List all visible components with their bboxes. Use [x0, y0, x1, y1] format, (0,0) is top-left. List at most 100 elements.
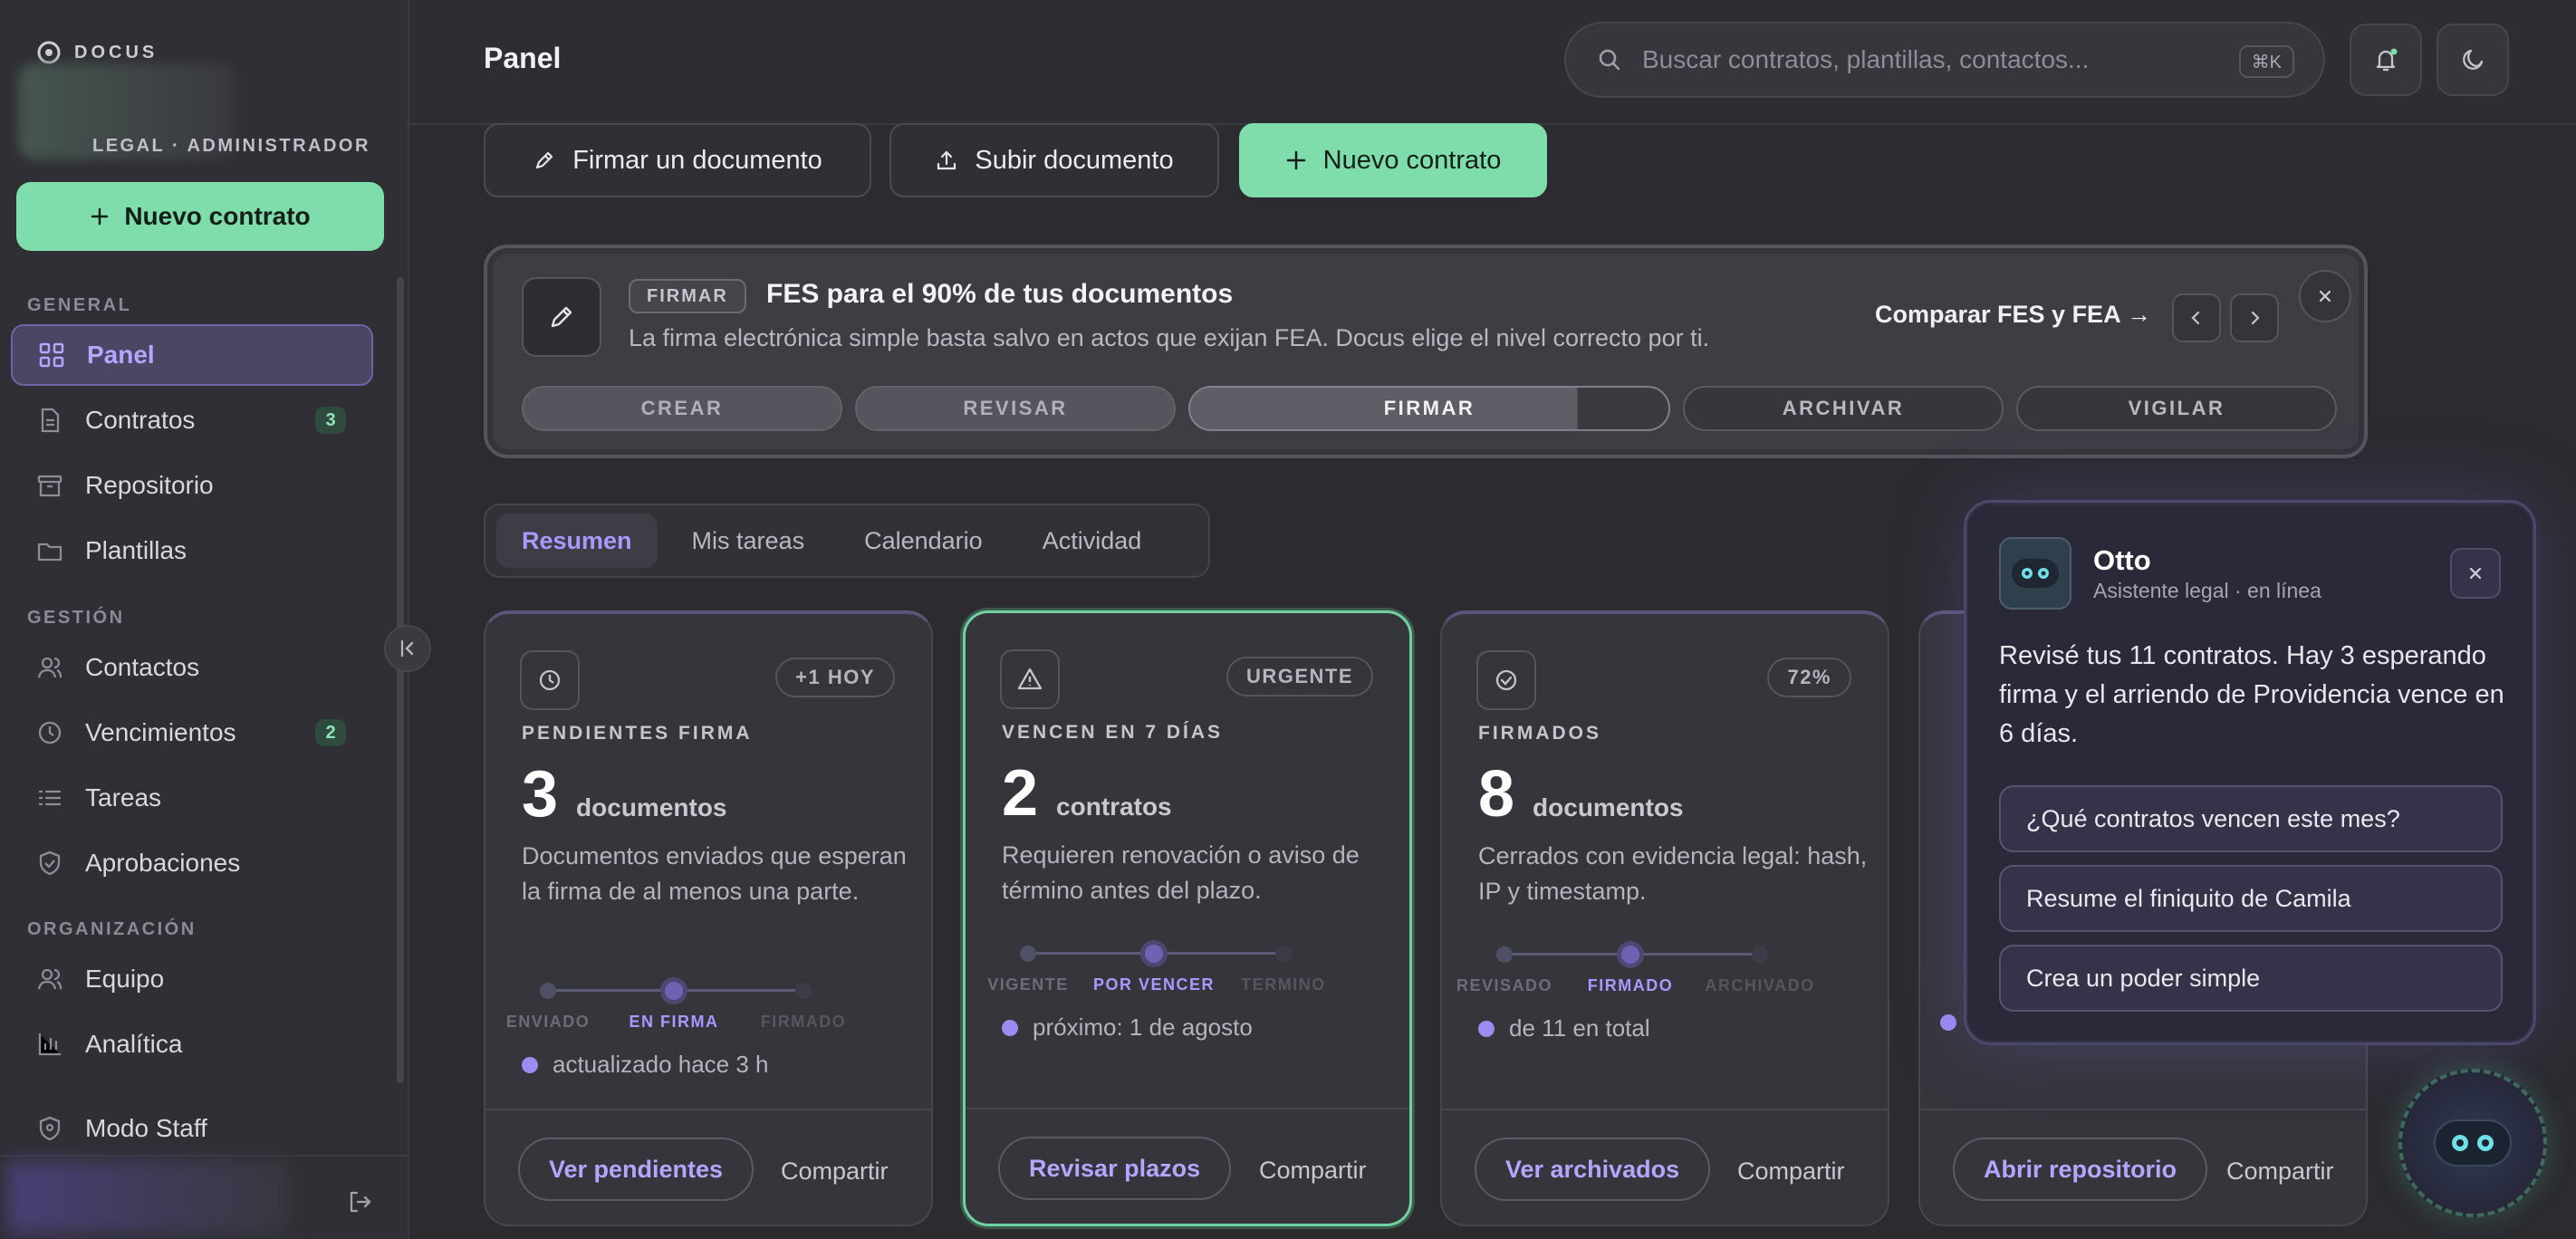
ver-pendientes-button[interactable]: Ver pendientes — [518, 1138, 755, 1201]
card-meta: de 11 en total — [1478, 1014, 1650, 1042]
close-icon — [2469, 567, 2482, 580]
suggestion-button[interactable]: ¿Qué contratos vencen este mes? — [1999, 785, 2503, 852]
sidebar-item-label: Repositorio — [85, 471, 214, 499]
tab-resumen[interactable]: Resumen — [496, 514, 658, 568]
sidebar-item-contactos[interactable]: Contactos — [11, 637, 373, 698]
list-icon — [38, 790, 62, 806]
notifications-button[interactable] — [2350, 24, 2422, 96]
sidebar-item-vencimientos[interactable]: Vencimientos 2 — [11, 702, 373, 764]
banner-prev-button[interactable] — [2172, 293, 2221, 342]
timeline-dot — [1275, 946, 1292, 962]
step-vigilar[interactable]: VIGILAR — [2016, 386, 2337, 431]
archive-icon — [37, 475, 62, 497]
timeline-dot-current — [660, 977, 687, 1004]
card-meta-text: de 11 en total — [1509, 1014, 1650, 1042]
sidebar-item-analitica[interactable]: Analítica — [11, 1013, 373, 1075]
card-firmados: 72% FIRMADOS 8 documentos Cerrados con ev… — [1440, 610, 1889, 1226]
card-description: Documentos enviados que esperan la firma… — [522, 842, 907, 905]
theme-toggle-button[interactable] — [2437, 24, 2509, 96]
card-badge: 72% — [1767, 658, 1851, 697]
ver-archivados-button[interactable]: Ver archivados — [1475, 1138, 1711, 1201]
sidebar-item-tareas[interactable]: Tareas — [11, 767, 373, 829]
document-icon — [41, 408, 60, 433]
assistant-close-button[interactable] — [2450, 548, 2501, 599]
sidebar-scrollbar[interactable] — [397, 277, 404, 1083]
banner-title: FES para el 90% de tus documentos — [766, 279, 1234, 309]
section-general: GENERAL — [27, 295, 132, 315]
timeline-label: REVISADO — [1456, 976, 1553, 994]
warning-icon — [1000, 649, 1060, 709]
vencimientos-count-badge: 2 — [315, 719, 346, 746]
tab-actividad[interactable]: Actividad — [1017, 514, 1168, 568]
assistant-launcher-button[interactable] — [2398, 1069, 2547, 1217]
step-firmar[interactable]: FIRMAR — [1188, 386, 1670, 431]
step-revisar[interactable]: REVISAR — [855, 386, 1176, 431]
share-button[interactable]: Compartir — [781, 1157, 889, 1186]
logout-icon[interactable] — [346, 1188, 373, 1215]
suggestion-button[interactable]: Crea un poder simple — [1999, 945, 2503, 1012]
step-crear[interactable]: CREAR — [522, 386, 842, 431]
sidebar-item-label: Tareas — [85, 783, 162, 812]
collapse-sidebar-button[interactable] — [384, 625, 431, 672]
sign-info-banner: FIRMAR FES para el 90% de tus documentos… — [484, 245, 2368, 458]
assistant-status: Asistente legal · en línea — [2093, 579, 2321, 602]
revisar-plazos-button[interactable]: Revisar plazos — [998, 1137, 1232, 1200]
sidebar: DOCUS LEGAL · ADMINISTRADOR Nuevo contra… — [0, 0, 409, 1239]
share-button[interactable]: Compartir — [1737, 1157, 1845, 1186]
sidebar-item-equipo[interactable]: Equipo — [11, 948, 373, 1010]
sidebar-item-repositorio[interactable]: Repositorio — [11, 455, 373, 516]
sidebar-item-label: Contactos — [85, 653, 200, 681]
timeline-label: TERMINO — [1241, 975, 1326, 994]
card-unit: documentos — [1533, 793, 1684, 821]
share-button[interactable]: Compartir — [1259, 1157, 1367, 1185]
sidebar-item-plantillas[interactable]: Plantillas — [11, 520, 373, 581]
sign-document-button[interactable]: Firmar un documento — [484, 123, 871, 197]
grid-icon — [39, 342, 64, 368]
card-timeline: VIGENTE POR VENCER TERMINO — [987, 939, 1346, 994]
sign-document-label: Firmar un documento — [572, 145, 822, 175]
sidebar-item-label: Vencimientos — [85, 718, 236, 746]
sidebar-new-contract-button[interactable]: Nuevo contrato — [16, 182, 384, 251]
close-icon — [2319, 290, 2331, 303]
sidebar-new-contract-label: Nuevo contrato — [124, 202, 311, 230]
sidebar-item-aprobaciones[interactable]: Aprobaciones — [11, 832, 373, 894]
tab-mis-tareas[interactable]: Mis tareas — [667, 514, 831, 568]
tab-calendario[interactable]: Calendario — [839, 514, 1008, 568]
suggestion-button[interactable]: Resume el finiquito de Camila — [1999, 865, 2503, 932]
status-dot — [1002, 1019, 1018, 1036]
banner-close-button[interactable] — [2299, 270, 2351, 322]
shield-check-icon — [39, 850, 61, 876]
compare-link[interactable]: Comparar FES y FEA → — [1875, 301, 2151, 329]
pen-icon — [536, 151, 553, 169]
sidebar-item-modo-staff[interactable]: Modo Staff — [11, 1098, 373, 1159]
step-archivar[interactable]: ARCHIVAR — [1683, 386, 2004, 431]
card-footer: Abrir repositorio Compartir — [1920, 1109, 2366, 1225]
banner-next-button[interactable] — [2230, 293, 2279, 342]
upload-document-button[interactable]: Subir documento — [889, 123, 1219, 197]
search-shortcut: ⌘K — [2238, 45, 2294, 78]
shield-icon — [39, 1116, 61, 1141]
robot-icon — [2434, 1119, 2512, 1167]
sidebar-item-label: Analítica — [85, 1030, 183, 1058]
card-meta: próximo: 1 de agosto — [1002, 1013, 1253, 1042]
sidebar-item-contratos[interactable]: Contratos 3 — [11, 389, 373, 451]
card-vencen-7-dias: URGENTE VENCEN EN 7 DÍAS 2 contratos Requ… — [963, 610, 1412, 1226]
plus-icon — [1286, 150, 1305, 170]
abrir-repositorio-button[interactable]: Abrir repositorio — [1953, 1138, 2208, 1201]
user-profile[interactable] — [7, 1161, 288, 1234]
sidebar-item-panel[interactable]: Panel — [11, 324, 373, 386]
sidebar-item-label: Contratos — [85, 406, 196, 434]
upload-icon — [937, 150, 956, 170]
contratos-count-badge: 3 — [315, 407, 346, 434]
card-meta-text: próximo: 1 de agosto — [1033, 1013, 1253, 1041]
share-button[interactable]: Compartir — [2226, 1157, 2334, 1186]
timeline-dot — [1020, 946, 1036, 962]
section-organizacion: ORGANIZACIÓN — [27, 919, 197, 939]
card-description: Cerrados con evidencia legal: hash, IP y… — [1478, 842, 1868, 905]
search-input[interactable]: Buscar contratos, plantillas, contactos.… — [1564, 22, 2325, 98]
card-label: PENDIENTES FIRMA — [522, 723, 753, 744]
card-count: 3 documentos — [522, 757, 727, 831]
timeline-dot-current — [1617, 941, 1644, 968]
new-contract-button[interactable]: Nuevo contrato — [1239, 123, 1547, 197]
sidebar-item-label: Plantillas — [85, 536, 187, 564]
